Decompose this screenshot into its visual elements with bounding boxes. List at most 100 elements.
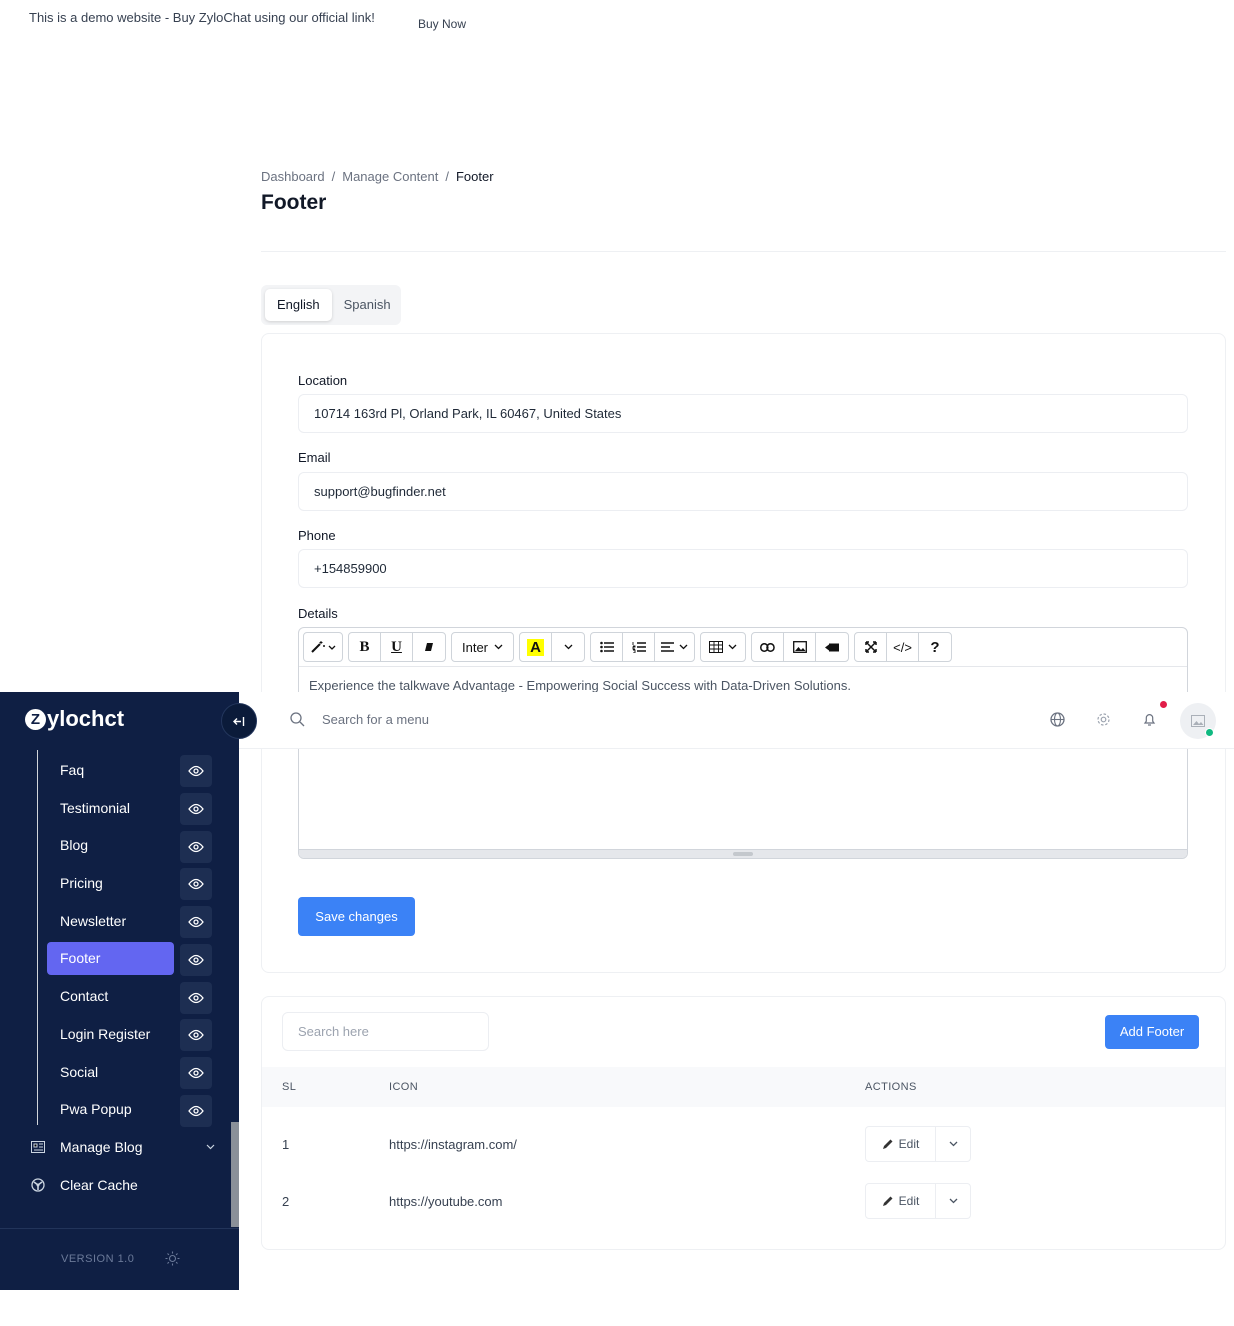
faq-preview-button[interactable] [180,755,212,787]
edit-button[interactable]: Edit [866,1127,936,1161]
globe-icon[interactable] [1050,712,1065,727]
pricing-preview-button[interactable] [180,868,212,900]
image-icon [792,641,807,653]
editor-toolbar: B U Inter A </> ? [303,632,953,664]
sidebar-item-login-register[interactable]: Login Register [47,1018,174,1051]
buy-now-link[interactable]: Buy Now [418,17,466,31]
contact-preview-button[interactable] [180,982,212,1014]
fullscreen-button[interactable] [855,633,888,661]
logo-mark: Z [25,708,46,730]
column-actions: ACTIONS [865,1081,917,1093]
table-header: SL ICON ACTIONS [262,1067,1225,1107]
search-icon [290,712,305,727]
email-input[interactable]: support@bugfinder.net [298,472,1188,511]
login-register-preview-button[interactable] [180,1019,212,1051]
footer-preview-button[interactable] [180,944,212,976]
breadcrumb: Dashboard / Manage Content / Footer [261,169,494,184]
text-color-icon: A [527,638,544,656]
fullscreen-icon [864,641,877,653]
pencil-icon [882,1196,893,1206]
eye-icon [188,992,204,1004]
demo-banner-text: This is a demo website - Buy ZyloChat us… [29,10,375,25]
eye-icon [188,1029,204,1041]
eye-icon [188,878,204,890]
align-left-icon [661,642,675,652]
unordered-list-button[interactable] [591,633,624,661]
sidebar-item-contact[interactable]: Contact [47,980,174,1013]
table-button[interactable] [701,633,745,661]
eye-icon [188,841,204,853]
chevron-down-icon [206,1144,215,1150]
video-button[interactable] [816,633,848,661]
breadcrumb-dashboard[interactable]: Dashboard [261,169,325,184]
sidebar-item-testimonial[interactable]: Testimonial [47,792,174,825]
sidebar-group-manage-blog[interactable]: Manage Blog [30,1132,215,1162]
tab-english[interactable]: English [265,289,332,321]
sidebar-scrollbar[interactable] [231,1122,239,1227]
tab-spanish[interactable]: Spanish [332,289,403,321]
bell-icon[interactable] [1142,712,1157,727]
save-changes-button[interactable]: Save changes [298,897,415,936]
insert-group [751,632,850,662]
sidebar-item-faq[interactable]: Faq [47,754,174,787]
version-label: VERSION 1.0 [61,1253,135,1265]
help-button[interactable]: ? [919,633,951,661]
chevron-down-icon [679,644,688,650]
logo[interactable]: Z ylochct [25,706,124,732]
ordered-list-button[interactable] [623,633,656,661]
eraser-button[interactable] [413,633,445,661]
sidebar-item-pricing[interactable]: Pricing [47,867,174,900]
location-input[interactable]: 10714 163rd Pl, Orland Park, IL 60467, U… [298,394,1188,433]
toolbar-divider [299,666,1187,667]
sidebar-item-social[interactable]: Social [47,1056,174,1089]
sidebar-collapse-button[interactable] [221,703,257,739]
add-footer-button[interactable]: Add Footer [1105,1015,1199,1049]
gear-icon[interactable] [1096,712,1111,727]
action-dropdown-toggle[interactable] [936,1127,970,1161]
collapse-arrow-icon [233,716,245,726]
underline-button[interactable]: U [381,633,413,661]
row-sl: 2 [282,1194,290,1209]
link-button[interactable] [752,633,785,661]
pwa-popup-preview-button[interactable] [180,1095,212,1127]
image-button[interactable] [784,633,817,661]
format-group: B U [348,632,446,662]
notification-dot [1160,701,1167,708]
eraser-icon [425,643,433,651]
sidebar-item-blog[interactable]: Blog [47,829,174,862]
sidebar-item-footer[interactable]: Footer [47,942,174,975]
bold-button[interactable]: B [349,633,381,661]
eye-icon [188,1067,204,1079]
editor-resize-bar[interactable] [299,849,1187,858]
logo-text: ylochct [47,706,125,731]
editor-content[interactable]: Experience the talkwave Advantage - Empo… [309,678,851,693]
testimonial-preview-button[interactable] [180,793,212,825]
action-dropdown-toggle[interactable] [936,1184,970,1218]
menu-search-input[interactable]: Search for a menu [322,712,429,727]
align-button[interactable] [655,633,694,661]
eye-icon [188,916,204,928]
style-group [303,632,343,662]
color-dropdown-button[interactable] [552,633,584,661]
sun-icon[interactable] [165,1251,180,1266]
breadcrumb-manage-content[interactable]: Manage Content [342,169,438,184]
code-view-button[interactable]: </> [887,633,920,661]
resize-grip-icon[interactable] [733,852,753,856]
text-color-button[interactable]: A [520,633,553,661]
edit-button[interactable]: Edit [866,1184,936,1218]
newsletter-preview-button[interactable] [180,906,212,938]
magic-style-button[interactable] [304,633,342,661]
phone-input[interactable]: +154859900 [298,549,1188,588]
table-icon [709,641,724,653]
sidebar-group-clear-cache[interactable]: Clear Cache [30,1170,215,1200]
online-status-dot [1205,728,1214,737]
row-action-group: Edit [865,1183,971,1219]
sidebar-item-newsletter[interactable]: Newsletter [47,905,174,938]
sidebar-item-pwa-popup[interactable]: Pwa Popup [47,1093,174,1126]
social-preview-button[interactable] [180,1057,212,1089]
font-family-select[interactable]: Inter [452,633,513,661]
blog-preview-button[interactable] [180,831,212,863]
footer-table-card: Search here Add Footer SL ICON ACTIONS 1… [261,996,1226,1250]
column-icon: ICON [389,1081,419,1093]
table-search-input[interactable]: Search here [282,1012,489,1051]
